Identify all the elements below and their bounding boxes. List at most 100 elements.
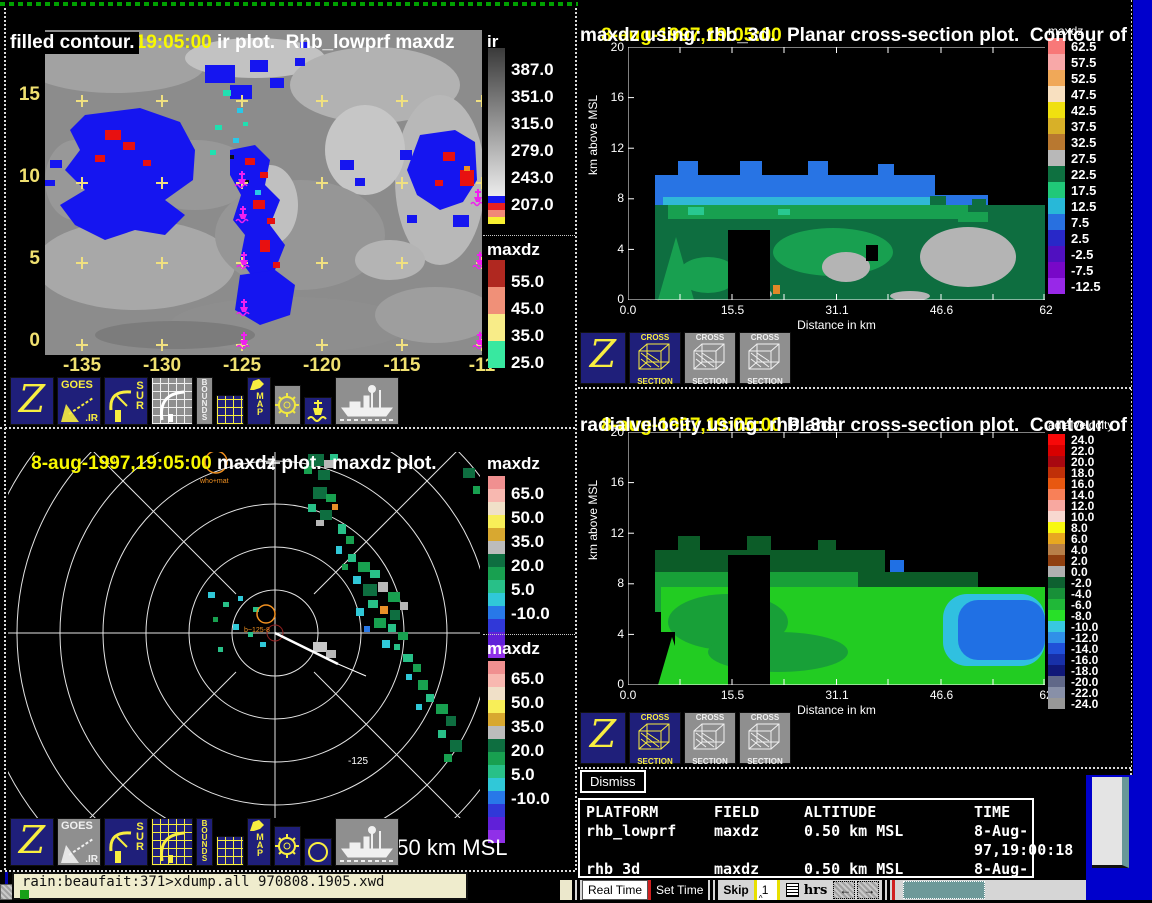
radar-panel-time: 8-aug-1997,19:05:00 — [31, 453, 212, 474]
satellite-image[interactable] — [45, 30, 482, 355]
gear-button[interactable] — [274, 826, 301, 866]
table-cell: rhb_lowprf — [586, 822, 714, 860]
ir-x-axis-labels: -135-130-125-120-115-11 — [42, 355, 522, 377]
svg-text:b~125-8: b~125-8 — [244, 627, 270, 634]
goes-ir-button[interactable]: GOES .IR — [57, 818, 101, 866]
cube-icon — [635, 722, 675, 752]
table-cell: 8-Aug-97,19:00:18 — [974, 822, 1073, 860]
ship-button[interactable] — [335, 818, 399, 866]
cross-section-button[interactable]: CROSS SECTION — [739, 712, 791, 764]
panel-radar-ppi: 8-aug-1997,19:05:00 maxdz plot. maxdz pl… — [8, 430, 575, 870]
circle-button[interactable] — [304, 838, 332, 866]
ship-icon — [336, 378, 398, 424]
grid-radar-button[interactable] — [151, 818, 193, 866]
small-grid-button[interactable] — [216, 836, 244, 866]
zebra-logo-button[interactable]: Z — [10, 818, 54, 866]
real-time-button[interactable]: Real Time — [582, 880, 648, 900]
gear-button[interactable] — [274, 385, 301, 425]
zebra-logo-button[interactable]: Z — [580, 332, 626, 384]
map-fragment-icon — [248, 819, 270, 833]
ir-maxdz-colorbar: 55.045.035.025.0 — [488, 260, 544, 376]
bounds-button[interactable]: BOUNDS — [196, 818, 213, 866]
hours-label: hrs — [799, 880, 833, 900]
small-grid-button[interactable] — [216, 395, 244, 425]
spinner-caret-icon[interactable]: ^ — [759, 894, 763, 903]
ship-icon — [336, 819, 398, 865]
cross-section-button-active[interactable]: CROSS SECTION — [629, 332, 681, 384]
xsec2-plot[interactable] — [628, 432, 1045, 685]
cube-icon — [690, 722, 730, 752]
radar-panel-toolbar: Z GOES .IR SUR BOUNDS MAP — [10, 818, 399, 866]
circle-icon — [305, 839, 331, 865]
buoy-icon — [305, 398, 331, 424]
terminal-window[interactable]: rain:beaufait:371>xdump.all 970808.1905.… — [12, 872, 468, 900]
map-button[interactable]: MAP — [247, 377, 271, 425]
cross-section-button[interactable]: CROSS SECTION — [684, 712, 736, 764]
range-rings — [8, 452, 480, 818]
time-control-taskbar: Real Time Set Time Skip 1 ^ hrs ← → — [560, 878, 1086, 900]
goes-ir-button[interactable]: GOES .IR — [57, 377, 101, 425]
table-cell: maxdz — [714, 822, 804, 860]
xsec2-contours — [628, 536, 1045, 685]
separator-left-mid — [0, 427, 575, 429]
cube-icon — [745, 342, 785, 372]
ir-maxdz-colorbar-title: maxdz — [487, 240, 540, 260]
table-cell: PLATFORM — [586, 803, 714, 822]
zebra-logo-button[interactable]: Z — [580, 712, 626, 764]
list-icon[interactable] — [786, 883, 799, 897]
xsec2-y-axis-title: km above MSL — [586, 480, 600, 560]
ship-button[interactable] — [335, 377, 399, 425]
ir-colorbar: 387.0351.0315.0279.0243.0207.0 — [488, 48, 554, 224]
step-forward-button[interactable]: → — [857, 881, 879, 899]
surface-radar-button[interactable]: SUR — [104, 377, 148, 425]
table-cell: 0.50 km MSL — [804, 822, 974, 860]
cross-section-button-active[interactable]: CROSS SECTION — [629, 712, 681, 764]
ir-panel-subtitle: filled contour. — [10, 32, 139, 54]
surface-radar-button[interactable]: SUR — [104, 818, 148, 866]
zebra-logo-button[interactable]: Z — [10, 377, 54, 425]
xsec1-y-labels: 201612840 — [604, 40, 624, 306]
panel-xsection-radialvelocity: 8-aug-1997,19:05:00 Planar cross-section… — [578, 390, 1131, 767]
set-time-button[interactable]: Set Time — [651, 880, 708, 900]
xsec2-toolbar: Z CROSS SECTION CROSS SECTION CROSS SECT… — [580, 712, 791, 764]
radar-colorbar2-title: maxdz — [487, 639, 540, 659]
taskbar-teal-segment[interactable] — [903, 881, 985, 899]
table-cell: TIME — [974, 803, 1026, 822]
taskbar-spacer — [985, 880, 1086, 900]
radar-colorbar1: 65.050.035.020.05.0-10.0 — [488, 476, 550, 658]
cube-icon — [690, 342, 730, 372]
cube-icon — [745, 722, 785, 752]
buoy-button[interactable] — [304, 397, 332, 425]
map-button[interactable]: MAP — [247, 818, 271, 866]
step-back-button[interactable]: ← — [833, 881, 855, 899]
radar-dish-icon — [105, 382, 135, 425]
skip-label: Skip — [718, 880, 753, 900]
cross-section-track — [275, 633, 338, 664]
skip-step-field[interactable]: 1 ^ — [757, 880, 777, 900]
separator-center — [575, 8, 577, 870]
xsec1-x-axis-title: Distance in km — [628, 318, 1045, 332]
taskbar-end-cap — [560, 880, 572, 900]
dish-silhouette-icon — [156, 825, 190, 865]
svg-text:-125: -125 — [348, 756, 368, 767]
xsec1-toolbar: Z CROSS SECTION CROSS SECTION CROSS SECT… — [580, 332, 791, 384]
table-cell: FIELD — [714, 803, 804, 822]
grid-radar-button[interactable] — [151, 377, 193, 425]
xsec1-contours — [628, 161, 1045, 300]
radar-echoes — [208, 454, 480, 762]
radar-ppi-display[interactable]: 10 who+mat b~125-8 -125 — [8, 452, 480, 818]
background-window-fragment[interactable] — [1092, 777, 1129, 868]
gear-icon — [275, 386, 300, 424]
cross-section-track-ext — [338, 664, 366, 676]
cross-section-button[interactable]: CROSS SECTION — [684, 332, 736, 384]
bounds-button[interactable]: BOUNDS — [196, 377, 213, 425]
cross-section-button[interactable]: CROSS SECTION — [739, 332, 791, 384]
radar-dish-icon — [105, 823, 135, 866]
map-fragment-icon — [248, 378, 270, 392]
xsec1-plot[interactable] — [628, 47, 1045, 300]
desktop-blue-strip — [1133, 0, 1152, 778]
xsec1-x-labels: 0.015.531.146.662 — [602, 303, 1072, 317]
terminal-prompt: rain:beaufait:371>xdump.all 970808.1905.… — [22, 874, 384, 890]
dismiss-button[interactable]: Dismiss — [580, 770, 646, 793]
ir-panel-toolbar: Z GOES .IR SUR BOUNDS MAP — [10, 377, 399, 425]
